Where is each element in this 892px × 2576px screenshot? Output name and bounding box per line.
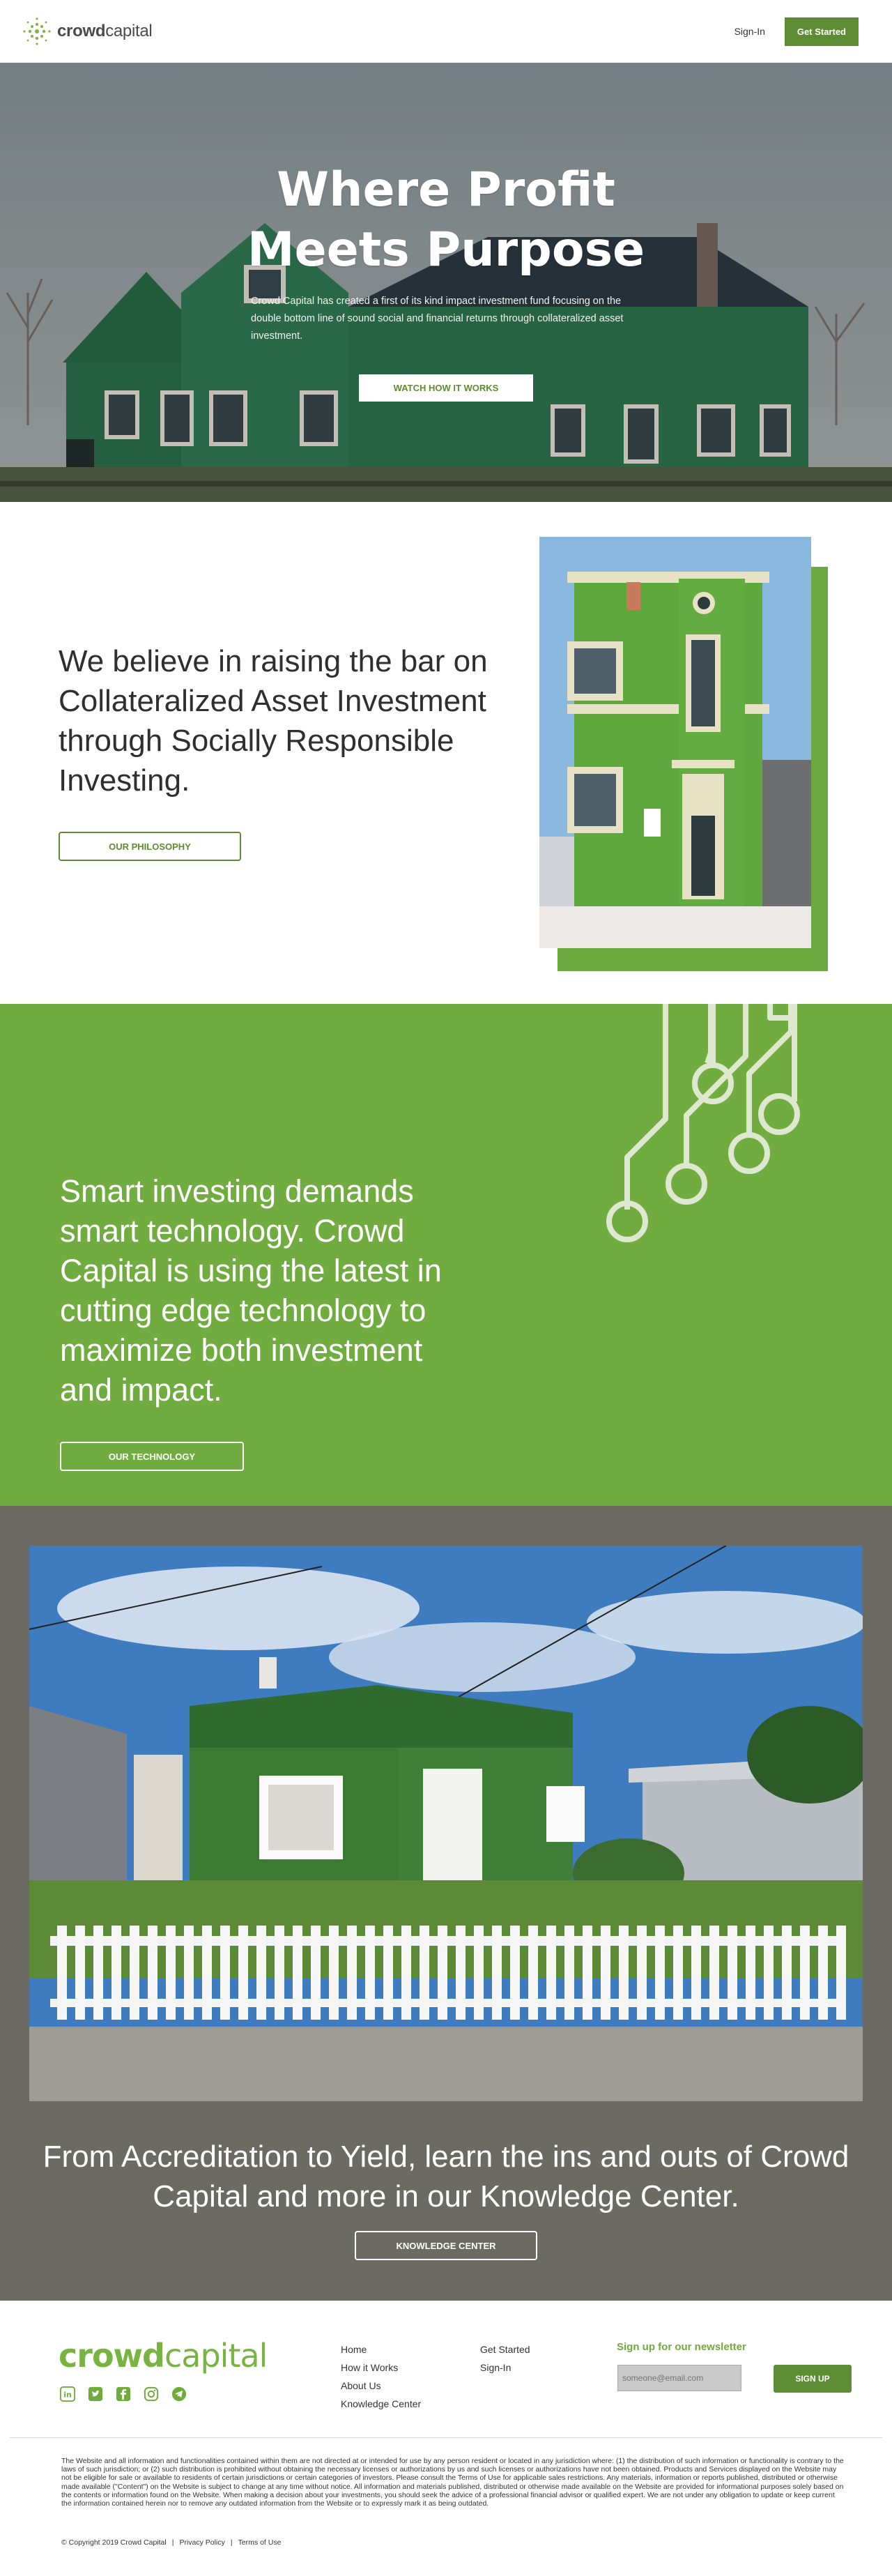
watch-how-it-works-button[interactable]: WATCH HOW IT WORKS [358,374,534,402]
copyright-bar: © Copyright 2019 Crowd Capital | Privacy… [61,2538,281,2547]
philosophy-heading: We believe in raising the bar on Collate… [59,644,488,798]
knowledge-center-button[interactable]: KNOWLEDGE CENTER [355,2231,537,2260]
footer-links-primary: Home How it Works About Us Knowledge Cen… [341,2340,421,2413]
hero-title: Where Profit Meets Purpose [247,162,645,277]
footer-link-get-started[interactable]: Get Started [480,2340,530,2358]
facebook-icon[interactable] [116,2386,131,2402]
knowledge-heading: From Accreditation to Yield, learn the i… [43,2140,849,2213]
circuit-graphic [606,1004,800,1242]
footer-link-home[interactable]: Home [341,2340,421,2358]
suburban-house-photo [29,1546,863,2101]
linkedin-icon[interactable]: in [60,2386,75,2402]
svg-text:in: in [63,2391,72,2400]
logo-mark-icon [23,17,51,45]
logo-text: crowdcapital [57,22,153,40]
copyright-text: © Copyright 2019 Crowd Capital [61,2538,167,2547]
green-house-photo [539,537,811,948]
separator: | [171,2538,174,2547]
privacy-policy-link[interactable]: Privacy Policy [179,2538,224,2547]
footer-logo[interactable]: crowdcapital [59,2337,268,2375]
knowledge-section: From Accreditation to Yield, learn the i… [0,1506,892,2301]
newsletter-title: Sign up for our newsletter [617,2341,746,2353]
footer-divider [10,2437,882,2438]
separator: | [230,2538,233,2547]
site-footer: crowdcapital in Home How it Works About … [0,2301,892,2555]
technology-section: Smart investing demands smart technology… [0,1004,892,1506]
philosophy-section: We believe in raising the bar on Collate… [0,502,892,1004]
logo[interactable]: crowdcapital [22,17,153,46]
legal-disclaimer: The Website and all information and func… [61,2457,844,2508]
footer-link-about-us[interactable]: About Us [341,2377,421,2395]
our-technology-button[interactable]: OUR TECHNOLOGY [60,1442,244,1471]
telegram-icon[interactable] [171,2386,187,2402]
signin-link[interactable]: Sign-In [735,26,765,37]
newsletter-signup-button[interactable]: SIGN UP [774,2365,852,2393]
footer-link-how-it-works[interactable]: How it Works [341,2358,421,2377]
footer-links-secondary: Get Started Sign-In [480,2340,530,2377]
technology-heading: Smart investing demands smart technology… [60,1173,442,1408]
newsletter-email-input[interactable] [617,2365,741,2391]
twitter-icon[interactable] [88,2386,103,2402]
our-philosophy-button[interactable]: OUR PHILOSOPHY [59,832,241,861]
footer-link-knowledge-center[interactable]: Knowledge Center [341,2395,421,2413]
instagram-icon[interactable] [144,2386,159,2402]
terms-of-use-link[interactable]: Terms of Use [238,2538,282,2547]
get-started-button[interactable]: Get Started [784,17,859,46]
hero-description: Crowd Capital has created a first of its… [251,296,624,342]
site-header: crowdcapital Sign-In Get Started [0,0,892,63]
hero-section: Where Profit Meets Purpose Crowd Capital … [0,63,892,502]
footer-link-sign-in[interactable]: Sign-In [480,2358,530,2377]
social-links: in [60,2386,187,2402]
